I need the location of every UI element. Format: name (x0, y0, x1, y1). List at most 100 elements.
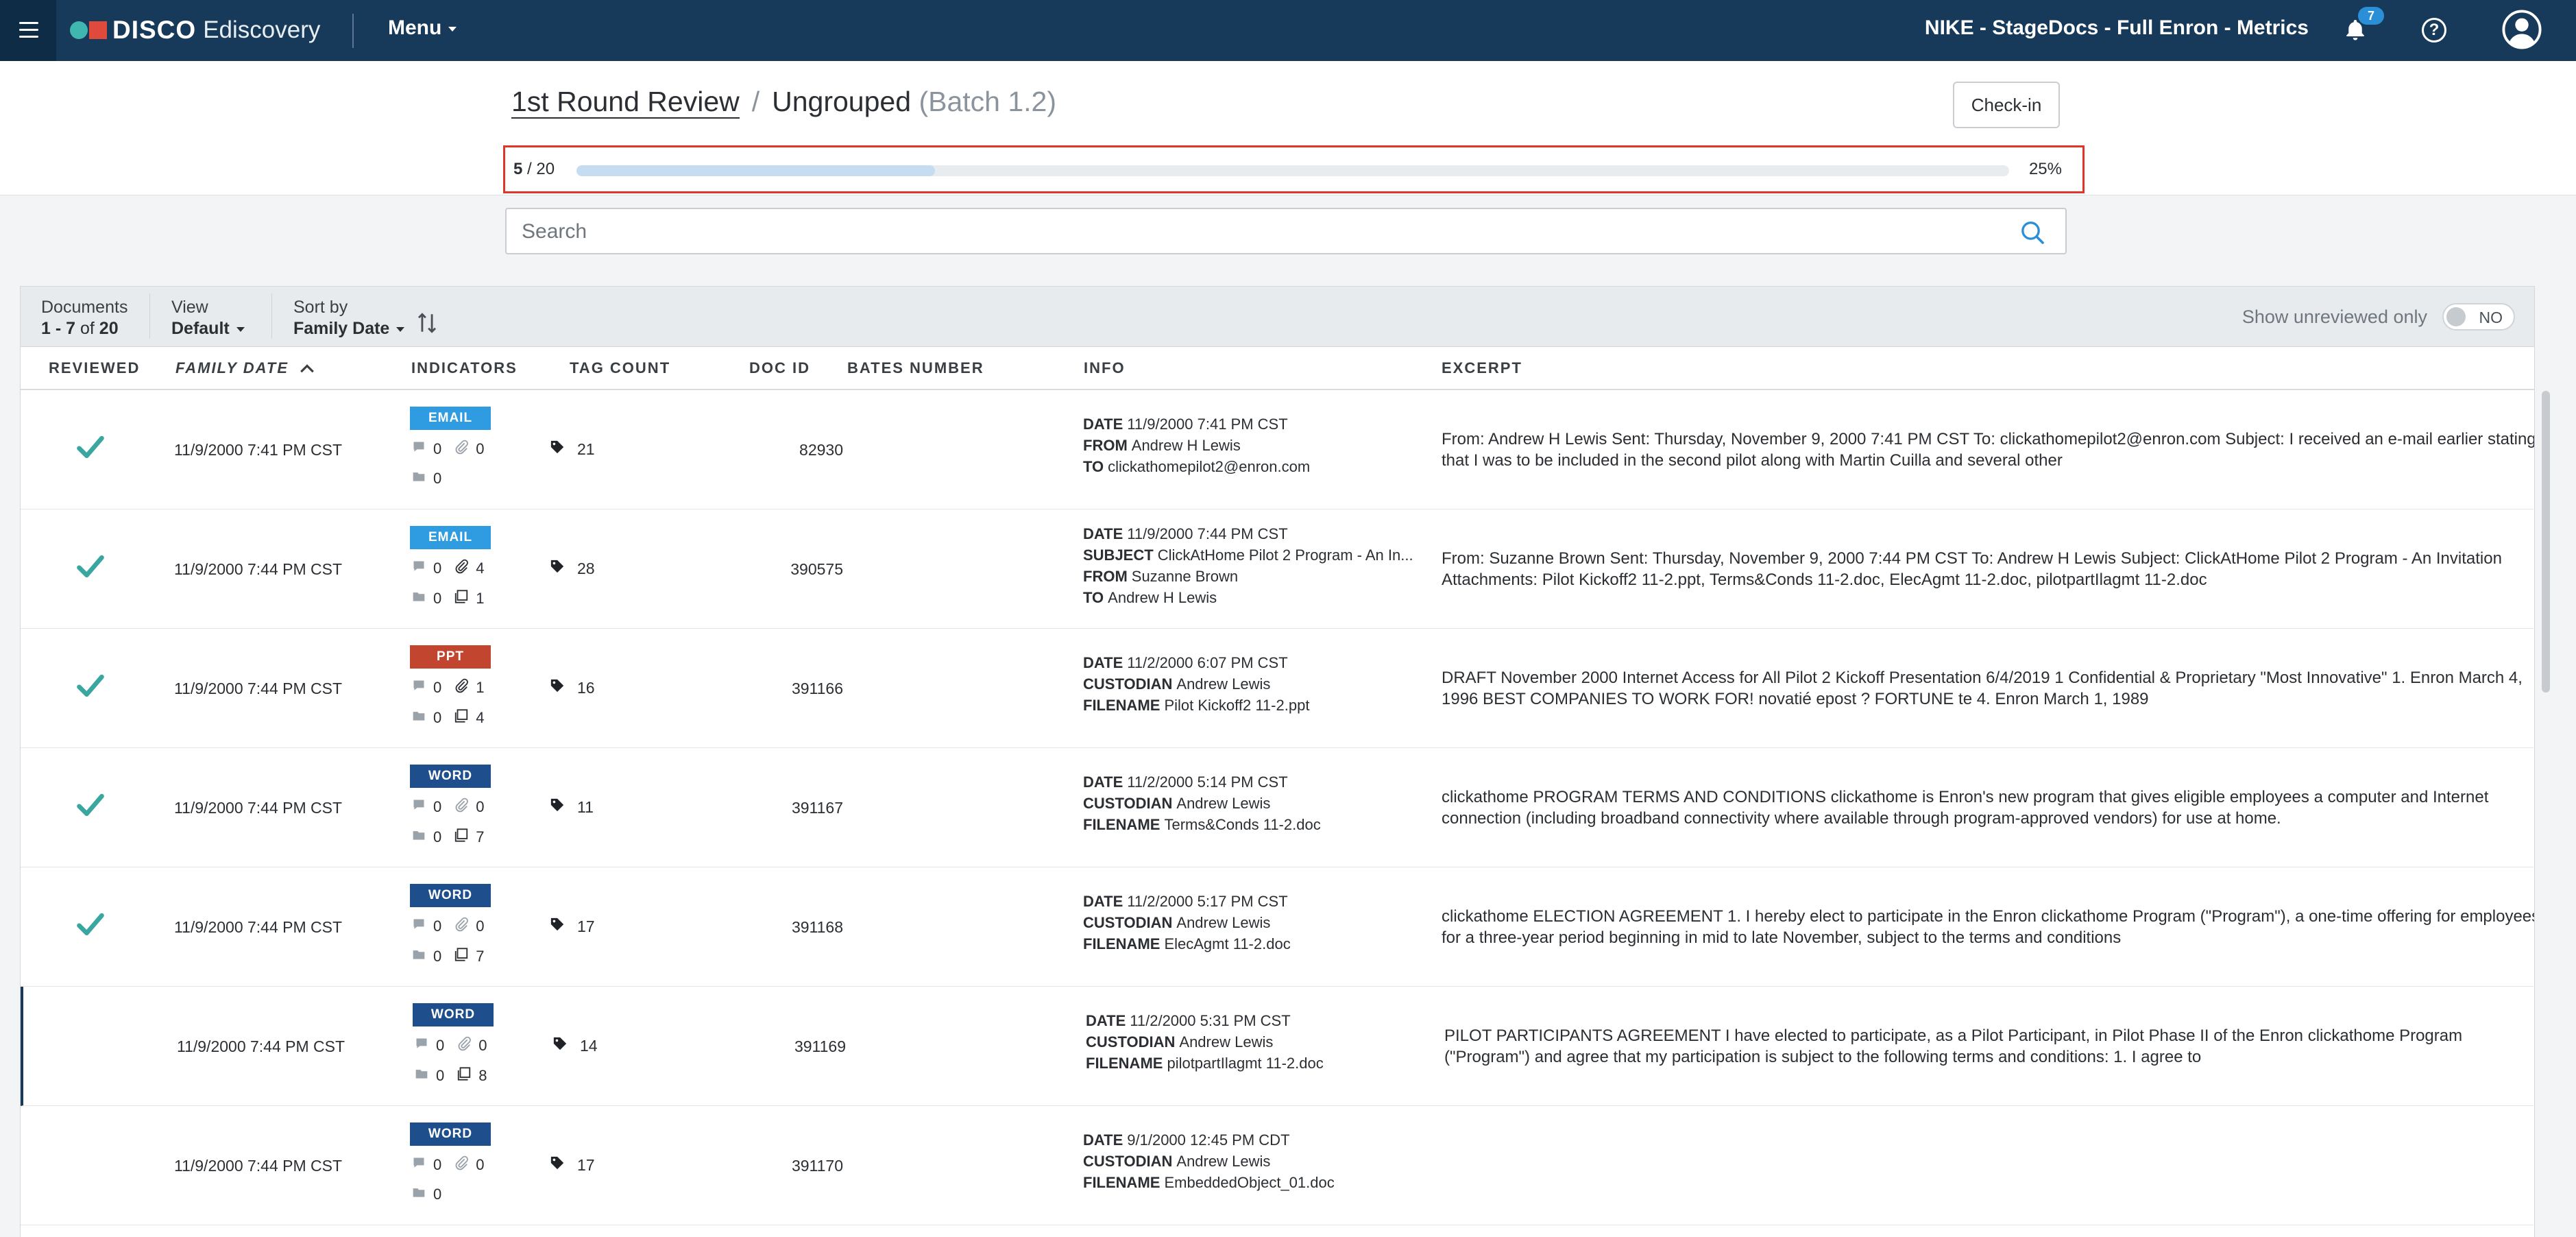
table-row[interactable]: 11/9/2000 7:44 PM CST WORD 0 0 0 7 11 391167 DAT… (21, 748, 2534, 867)
documents-count: Documents 1 - 7 of 20 (41, 298, 127, 339)
doc-id: 391167 (791, 799, 843, 817)
info-value: EmbeddedObject_01.doc (1164, 1174, 1335, 1191)
indicator-line-2: 04 (411, 708, 497, 728)
attachment-count: 0 (476, 798, 485, 815)
column-indicators[interactable]: INDICATORS (411, 359, 518, 377)
file-type-badge: WORD (410, 1122, 491, 1146)
document-list-toolbar: Documents 1 - 7 of 20 View Default Sort … (20, 286, 2535, 346)
table-row[interactable]: 11/9/2000 7:44 PM CST WORD 0 0 0 7 17 391168 DAT… (21, 867, 2534, 987)
pages-icon (454, 708, 469, 728)
page-count: 7 (476, 828, 485, 845)
view-selector[interactable]: View Default (171, 298, 245, 339)
disco-logo[interactable]: DISCO Ediscovery (70, 15, 320, 45)
tag-icon (550, 678, 577, 697)
documents-of: of (80, 319, 95, 338)
column-bates-number[interactable]: BATES NUMBER (847, 359, 984, 377)
info-key: FROM (1083, 437, 1128, 454)
page-count: 7 (476, 948, 485, 965)
indicator-line-2: 07 (411, 947, 497, 966)
comment-icon (411, 917, 426, 935)
attachment-icon (454, 917, 469, 936)
folder-icon (411, 828, 426, 846)
breadcrumb-batch: (Batch 1.2) (919, 86, 1056, 117)
documents-label: Documents (41, 298, 128, 317)
family-date: 11/9/2000 7:44 PM CST (177, 1037, 345, 1055)
tag-count-cell[interactable]: 17 (550, 1155, 595, 1175)
tag-count: 11 (577, 797, 594, 816)
column-info[interactable]: INFO (1084, 359, 1126, 377)
folder-icon (411, 590, 426, 608)
table-row[interactable]: 11/9/2000 7:41 PM CST EMAIL 0 0 0 21 82930 DATE… (21, 390, 2534, 509)
info-line: SUBJECT ClickAtHome Pilot 2 Program - An … (1083, 544, 1433, 566)
doc-id: 391170 (791, 1157, 843, 1175)
info-key: CUSTODIAN (1083, 1153, 1173, 1170)
info-key: CUSTODIAN (1086, 1033, 1176, 1050)
excerpt: DRAFT November 2000 Internet Access for … (1442, 669, 2523, 708)
tag-count-cell[interactable]: 11 (550, 797, 594, 817)
tag-count-cell[interactable]: 14 (552, 1036, 598, 1055)
info-line: TO clickathomepilot2@enron.com (1083, 456, 1433, 477)
hamburger-menu-icon[interactable] (0, 0, 56, 61)
pages-icon (454, 947, 469, 966)
tag-count-cell[interactable]: 16 (550, 678, 595, 697)
toolbar-divider (149, 293, 150, 339)
user-avatar-icon[interactable] (2502, 10, 2542, 49)
info-line: CUSTODIAN Andrew Lewis (1083, 1151, 1433, 1172)
progress-count: 5 / 20 (513, 160, 555, 179)
folder-count: 0 (433, 828, 442, 845)
attachment-icon (454, 440, 469, 459)
progress-bar-fill (576, 165, 935, 176)
info-value: 11/9/2000 7:41 PM CST (1127, 416, 1288, 433)
attachment-icon (457, 1036, 472, 1055)
table-scrollbar-thumb[interactable] (2542, 391, 2550, 693)
comment-count: 0 (433, 917, 442, 935)
column-family-date[interactable]: FAMILY DATE (175, 359, 315, 377)
logo-circle-icon (70, 21, 88, 39)
sort-selector[interactable]: Sort by Family Date (293, 298, 405, 339)
file-type-badge: WORD (410, 765, 491, 788)
breadcrumb-group: Ungrouped (772, 86, 912, 117)
project-title[interactable]: NIKE - StageDocs - Full Enron - Metrics (1925, 16, 2309, 40)
comment-count: 0 (433, 440, 442, 457)
folder-count: 0 (433, 709, 442, 726)
table-header: REVIEWED FAMILY DATE INDICATORS TAG COUN… (21, 346, 2534, 390)
help-icon[interactable]: ? (2422, 18, 2446, 43)
folder-icon (411, 948, 426, 965)
review-header: 1st Round Review / Ungrouped (Batch 1.2) C… (0, 61, 2576, 146)
info-key: FILENAME (1083, 816, 1161, 833)
reviewed-check-icon (75, 670, 106, 700)
column-reviewed[interactable]: REVIEWED (49, 359, 140, 377)
tag-count-cell[interactable]: 17 (550, 917, 595, 936)
column-tag-count[interactable]: TAG COUNT (570, 359, 670, 377)
comment-icon (411, 1156, 426, 1174)
sort-direction-icon[interactable] (415, 311, 439, 335)
view-label: View (171, 298, 208, 317)
info-value: Andrew Lewis (1176, 795, 1271, 812)
breadcrumb-review-link[interactable]: 1st Round Review (511, 86, 740, 119)
main-menu-button[interactable]: Menu (388, 16, 457, 40)
unreviewed-filter: Show unreviewed only NO (2242, 303, 2515, 331)
info-key: DATE (1083, 893, 1123, 910)
search-icon[interactable] (2019, 219, 2046, 246)
column-doc-id[interactable]: DOC ID (749, 359, 810, 377)
page-count: 8 (478, 1067, 487, 1084)
doc-id: 390575 (790, 560, 843, 578)
tag-count-cell[interactable]: 21 (550, 440, 595, 459)
tag-count-cell[interactable]: 28 (550, 559, 595, 578)
table-row[interactable]: 11/9/2000 7:44 PM CST EMAIL 0 4 0 1 28 390575 DA… (21, 509, 2534, 629)
unreviewed-toggle[interactable]: NO (2442, 303, 2515, 331)
reviewed-check-icon (75, 551, 106, 581)
search-input[interactable] (520, 217, 1997, 246)
table-row[interactable]: 11/9/2000 7:44 PM CST PPT 0 1 0 4 16 391166 DATE… (21, 629, 2534, 748)
info-line: DATE 11/9/2000 7:44 PM CST (1083, 523, 1433, 544)
logo-square-icon (89, 21, 107, 39)
indicator-line-1: 01 (411, 678, 497, 697)
check-in-button[interactable]: Check-in (1953, 82, 2060, 128)
tag-icon (550, 797, 577, 817)
excerpt: From: Andrew H Lewis Sent: Thursday, Nov… (1442, 430, 2535, 470)
indicator-line-2: 01 (411, 589, 497, 608)
table-row[interactable]: 11/9/2000 7:44 PM CST WORD 0 0 0 8 14 391169 DAT… (21, 987, 2534, 1106)
table-row[interactable]: 11/9/2000 7:44 PM CST WORD 0 0 0 17 391170 DATE… (21, 1106, 2534, 1225)
attachment-count: 4 (476, 560, 485, 577)
column-excerpt[interactable]: EXCERPT (1442, 359, 1522, 377)
